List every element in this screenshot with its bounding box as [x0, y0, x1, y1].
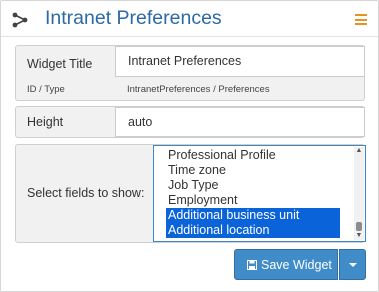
scroll-down-arrow-icon[interactable]: ▼ [355, 232, 363, 240]
widget-title: Intranet Preferences [45, 7, 222, 29]
save-widget-button[interactable]: Save Widget [234, 249, 338, 280]
widget-title-input[interactable]: Intranet Preferences [115, 46, 365, 77]
save-options-dropdown-button[interactable] [339, 249, 366, 280]
fields-multiselect[interactable]: Professional Profile Time zone Job Type … [153, 145, 366, 242]
save-button-group: Save Widget [234, 249, 366, 280]
hamburger-menu-icon[interactable] [355, 14, 367, 25]
id-type-label: ID / Type [27, 84, 65, 95]
scroll-up-arrow-icon[interactable]: ▲ [355, 147, 363, 155]
field-option-selected[interactable]: Additional location [166, 223, 340, 238]
floppy-disk-icon [247, 260, 257, 270]
height-input[interactable]: auto [115, 107, 365, 137]
field-option[interactable]: Job Type [166, 178, 340, 193]
field-option-selected[interactable]: Additional business unit [166, 208, 340, 223]
height-label: Height [27, 115, 64, 129]
id-type-value: IntranetPreferences / Preferences [127, 84, 270, 95]
widget-title-label: Widget Title [27, 57, 93, 71]
preferences-widget: Intranet Preferences Widget Title Intran… [0, 0, 379, 292]
fields-scrollbar[interactable]: ▲ ▼ [354, 147, 364, 240]
field-option[interactable]: Employment [166, 193, 340, 208]
widget-header: Intranet Preferences [1, 1, 378, 37]
scroll-thumb[interactable] [356, 222, 362, 231]
caret-down-icon [349, 263, 357, 267]
fields-group: Select fields to show: Professional Prof… [15, 144, 366, 243]
height-group: Height auto [15, 106, 365, 138]
field-option[interactable]: Professional Profile [166, 148, 340, 163]
field-option[interactable]: Time zone [166, 163, 340, 178]
widget-title-group: Widget Title Intranet Preferences ID / T… [15, 45, 365, 101]
save-widget-label: Save Widget [261, 258, 332, 272]
share-nodes-icon [12, 12, 28, 28]
fields-label: Select fields to show: [27, 186, 145, 200]
